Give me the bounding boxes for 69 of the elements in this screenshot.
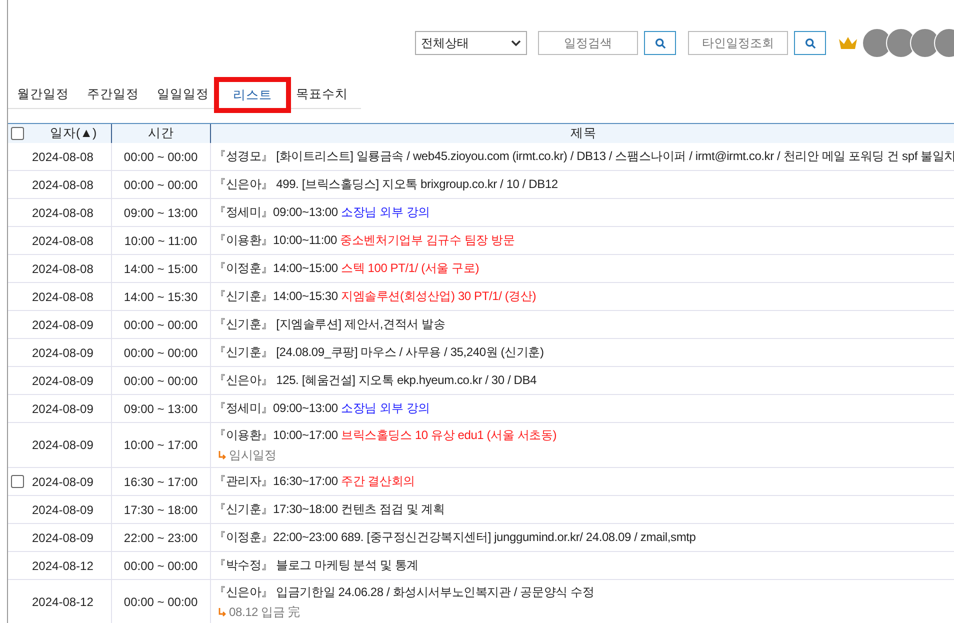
sub-schedule-note: 임시일정 <box>229 446 276 464</box>
schedule-title[interactable]: 『신은아』 499. [브릭스홀딩스] 지오톡 brixgroup.co.kr / 10 / DB12 <box>214 177 558 191</box>
schedule-search-field[interactable]: 일정검색 <box>538 31 638 55</box>
row-checkbox[interactable] <box>11 475 24 488</box>
reply-arrow-icon <box>218 608 227 616</box>
schedule-title[interactable]: 『신은아』 125. [혜움건설] 지오톡 ekp.hyeum.co.kr / 30 / DB4 <box>214 373 536 387</box>
date-cell: 2024-08-08 <box>32 178 94 192</box>
time-cell: 00:00 ~ 00:00 <box>124 150 198 164</box>
schedule-title[interactable]: 『신은아』 입금기한일 24.06.28 / 화성시서부노인복지관 / 공문양식 수정 <box>214 584 594 598</box>
schedule-title[interactable]: 『정세미』09:00~13:00 소장님 외부 강의 <box>214 401 430 415</box>
date-cell: 2024-08-08 <box>32 262 94 276</box>
time-cell: 09:00 ~ 13:00 <box>124 402 198 416</box>
time-cell: 00:00 ~ 00:00 <box>124 558 198 572</box>
schedule-title[interactable]: 『이정훈』14:00~15:00 스텍 100 PT/1/ (서울 구로) <box>214 261 480 275</box>
tab[interactable]: 목표수치 <box>287 86 357 108</box>
time-cell: 00:00 ~ 00:00 <box>124 318 198 332</box>
schedule-title[interactable]: 『이용환』10:00~17:00 브릭스홀딩스 10 유상 edu1 (서울 서초동) <box>214 428 557 442</box>
time-cell: 10:00 ~ 17:00 <box>124 438 198 452</box>
date-cell: 2024-08-12 <box>32 595 94 609</box>
schedule-title[interactable]: 『신기훈』 [24.08.09_쿠팡] 마우스 / 사무용 / 35,240원 (신기훈) <box>214 345 544 359</box>
time-cell: 10:00 ~ 11:00 <box>124 234 198 248</box>
time-cell: 22:00 ~ 23:00 <box>124 530 198 544</box>
crown-icon <box>838 36 858 50</box>
time-cell: 00:00 ~ 00:00 <box>124 595 198 609</box>
status-dropdown[interactable]: 전체상태 <box>415 31 527 55</box>
time-cell: 00:00 ~ 00:00 <box>124 346 198 360</box>
date-cell: 2024-08-08 <box>32 206 94 220</box>
date-cell: 2024-08-09 <box>32 402 94 416</box>
schedule-title[interactable]: 『이용환』10:00~11:00 중소벤처기업부 김규수 팀장 방문 <box>214 233 515 247</box>
column-header: 제목 <box>570 126 596 140</box>
time-cell: 09:00 ~ 13:00 <box>124 206 198 220</box>
date-cell: 2024-08-08 <box>32 290 94 304</box>
date-cell: 2024-08-09 <box>32 438 94 452</box>
schedule-title[interactable]: 『성경모』 [화이트리스트] 일룡금속 / web45.zioyou.com (irmt.co.kr) / DB13 / 스팸스나이퍼 / irmt@irmt.co.kr / 천리안 메일 포워딩 건 spf 불일치 <box>214 149 954 163</box>
time-cell: 16:30 ~ 17:00 <box>124 474 198 488</box>
sub-schedule-note: 08.12 입금 完 <box>229 604 300 620</box>
time-cell: 14:00 ~ 15:30 <box>124 290 198 304</box>
chevron-down-icon <box>511 40 521 46</box>
search-button[interactable] <box>644 31 676 55</box>
date-cell: 2024-08-09 <box>32 502 94 516</box>
date-cell: 2024-08-12 <box>32 558 94 572</box>
date-cell: 2024-08-08 <box>32 234 94 248</box>
search-button[interactable] <box>794 31 826 55</box>
select-all-checkbox[interactable] <box>11 127 24 140</box>
tab[interactable]: 월간일정 <box>8 86 78 108</box>
time-cell: 14:00 ~ 15:00 <box>124 262 198 276</box>
time-cell: 17:30 ~ 18:00 <box>124 502 198 516</box>
schedule-title[interactable]: 『이정훈』22:00~23:00 689. [중구정신건강복지센터] junggumind.or.kr/ 24.08.09 / zmail,smtp <box>214 530 696 544</box>
schedule-title[interactable]: 『관리자』16:30~17:00 주간 결산회의 <box>214 474 415 488</box>
column-header: 시간 <box>148 126 174 140</box>
search-icon <box>804 38 816 48</box>
date-cell: 2024-08-09 <box>32 530 94 544</box>
date-cell: 2024-08-09 <box>32 374 94 388</box>
reply-arrow-icon <box>218 450 227 460</box>
search-icon <box>654 38 666 48</box>
date-cell: 2024-08-09 <box>32 318 94 332</box>
date-cell: 2024-08-08 <box>32 150 94 164</box>
schedule-title[interactable]: 『신기훈』17:30~18:00 컨텐츠 점검 및 계획 <box>214 502 445 516</box>
schedule-title[interactable]: 『박수정』 블로그 마케팅 분석 및 통계 <box>214 558 418 572</box>
tab[interactable]: 주간일정 <box>78 86 148 108</box>
time-cell: 00:00 ~ 00:00 <box>124 374 198 388</box>
date-cell: 2024-08-09 <box>32 346 94 360</box>
time-cell: 00:00 ~ 00:00 <box>124 178 198 192</box>
schedule-title[interactable]: 『신기훈』14:00~15:30 지엠솔루션(회성산업) 30 PT/1/ (경산) <box>214 289 536 303</box>
date-cell: 2024-08-09 <box>32 474 94 488</box>
schedule-title[interactable]: 『정세미』09:00~13:00 소장님 외부 강의 <box>214 205 430 219</box>
schedule-title[interactable]: 『신기훈』 [지엠솔루션] 제안서,견적서 발송 <box>214 317 446 331</box>
others-schedule-field[interactable]: 타인일정조회 <box>688 31 788 55</box>
tab[interactable]: 일일일정 <box>148 86 218 108</box>
